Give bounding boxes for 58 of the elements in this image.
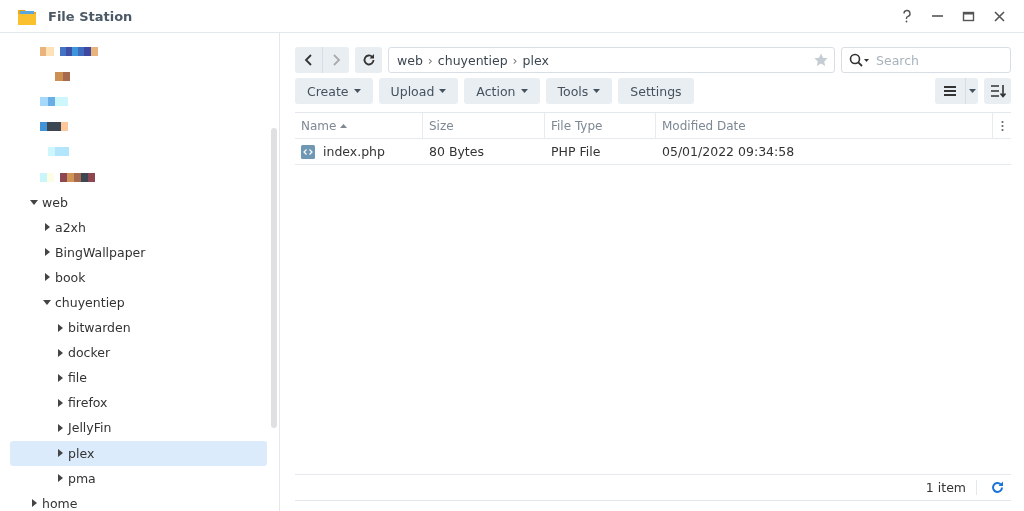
column-header[interactable]: Modified Date <box>656 113 993 138</box>
path-label: plex <box>522 52 549 68</box>
pixelated-label <box>40 122 68 132</box>
window-title: File Station <box>48 8 134 24</box>
refresh-icon <box>990 481 1004 494</box>
code-file-icon <box>301 144 315 159</box>
tree-item[interactable]: book <box>10 264 267 290</box>
refresh-button[interactable] <box>355 47 382 73</box>
sort-icon <box>989 84 1006 98</box>
toolbar-button[interactable]: Tools <box>545 78 613 104</box>
table-cell: PHP File <box>551 144 601 159</box>
path-label: web <box>397 52 423 68</box>
path-separator: › <box>427 52 433 68</box>
view-menu-button[interactable] <box>965 78 978 104</box>
pixelated-label <box>48 147 69 157</box>
caret-icon <box>968 89 976 93</box>
list-icon <box>943 85 957 97</box>
item-count: 1 item <box>925 480 977 495</box>
tree-item[interactable]: file <box>10 365 267 391</box>
path-field[interactable]: web › chuyentiep › plex <box>388 47 835 73</box>
tree-item[interactable]: docker <box>10 340 267 366</box>
toolbar-button[interactable]: Settings <box>618 78 694 104</box>
table-cell: index.php <box>323 144 385 159</box>
table-cell: 80 Bytes <box>429 144 484 159</box>
forward-icon <box>330 54 342 66</box>
minimize-icon <box>932 15 943 17</box>
search-field[interactable]: Search <box>841 47 1011 73</box>
pixelated-label <box>40 97 68 107</box>
table-cell: 05/01/2022 09:34:58 <box>662 144 795 159</box>
column-header[interactable]: Size <box>423 113 545 138</box>
star-icon[interactable] <box>814 53 828 67</box>
tree-item[interactable]: web <box>10 189 267 215</box>
path-label: chuyentiep <box>437 52 508 68</box>
tree-item[interactable]: BingWallpaper <box>10 239 267 265</box>
column-header[interactable]: File Type <box>545 113 656 138</box>
toolbar-button[interactable]: Create <box>295 78 373 104</box>
pixelated-label <box>55 72 70 82</box>
scrollbar[interactable] <box>271 128 277 428</box>
pixelated-label <box>40 47 98 57</box>
toolbar-button[interactable]: Upload <box>378 78 459 104</box>
sort-button[interactable] <box>984 78 1011 104</box>
column-header[interactable]: Name <box>295 113 423 138</box>
path-separator: › <box>512 52 518 68</box>
tree-item[interactable]: bitwarden <box>10 315 267 341</box>
refresh-icon <box>361 53 376 67</box>
toolbar-button[interactable]: Action <box>464 78 540 104</box>
pixelated-label <box>40 172 95 182</box>
close-icon <box>992 8 1007 24</box>
tree-item[interactable]: JellyFin <box>10 415 267 441</box>
tree-item[interactable]: firefox <box>10 390 267 416</box>
tree-item[interactable]: chuyentiep <box>10 289 267 316</box>
more-icon[interactable] <box>1000 119 1004 132</box>
tree-item[interactable]: pma <box>10 465 267 491</box>
tree-item[interactable]: home <box>10 490 267 511</box>
back-icon <box>302 54 315 66</box>
tree-item[interactable]: a2xh <box>10 214 267 240</box>
tree-item[interactable]: plex <box>10 440 267 466</box>
search-icon[interactable] <box>849 53 871 67</box>
